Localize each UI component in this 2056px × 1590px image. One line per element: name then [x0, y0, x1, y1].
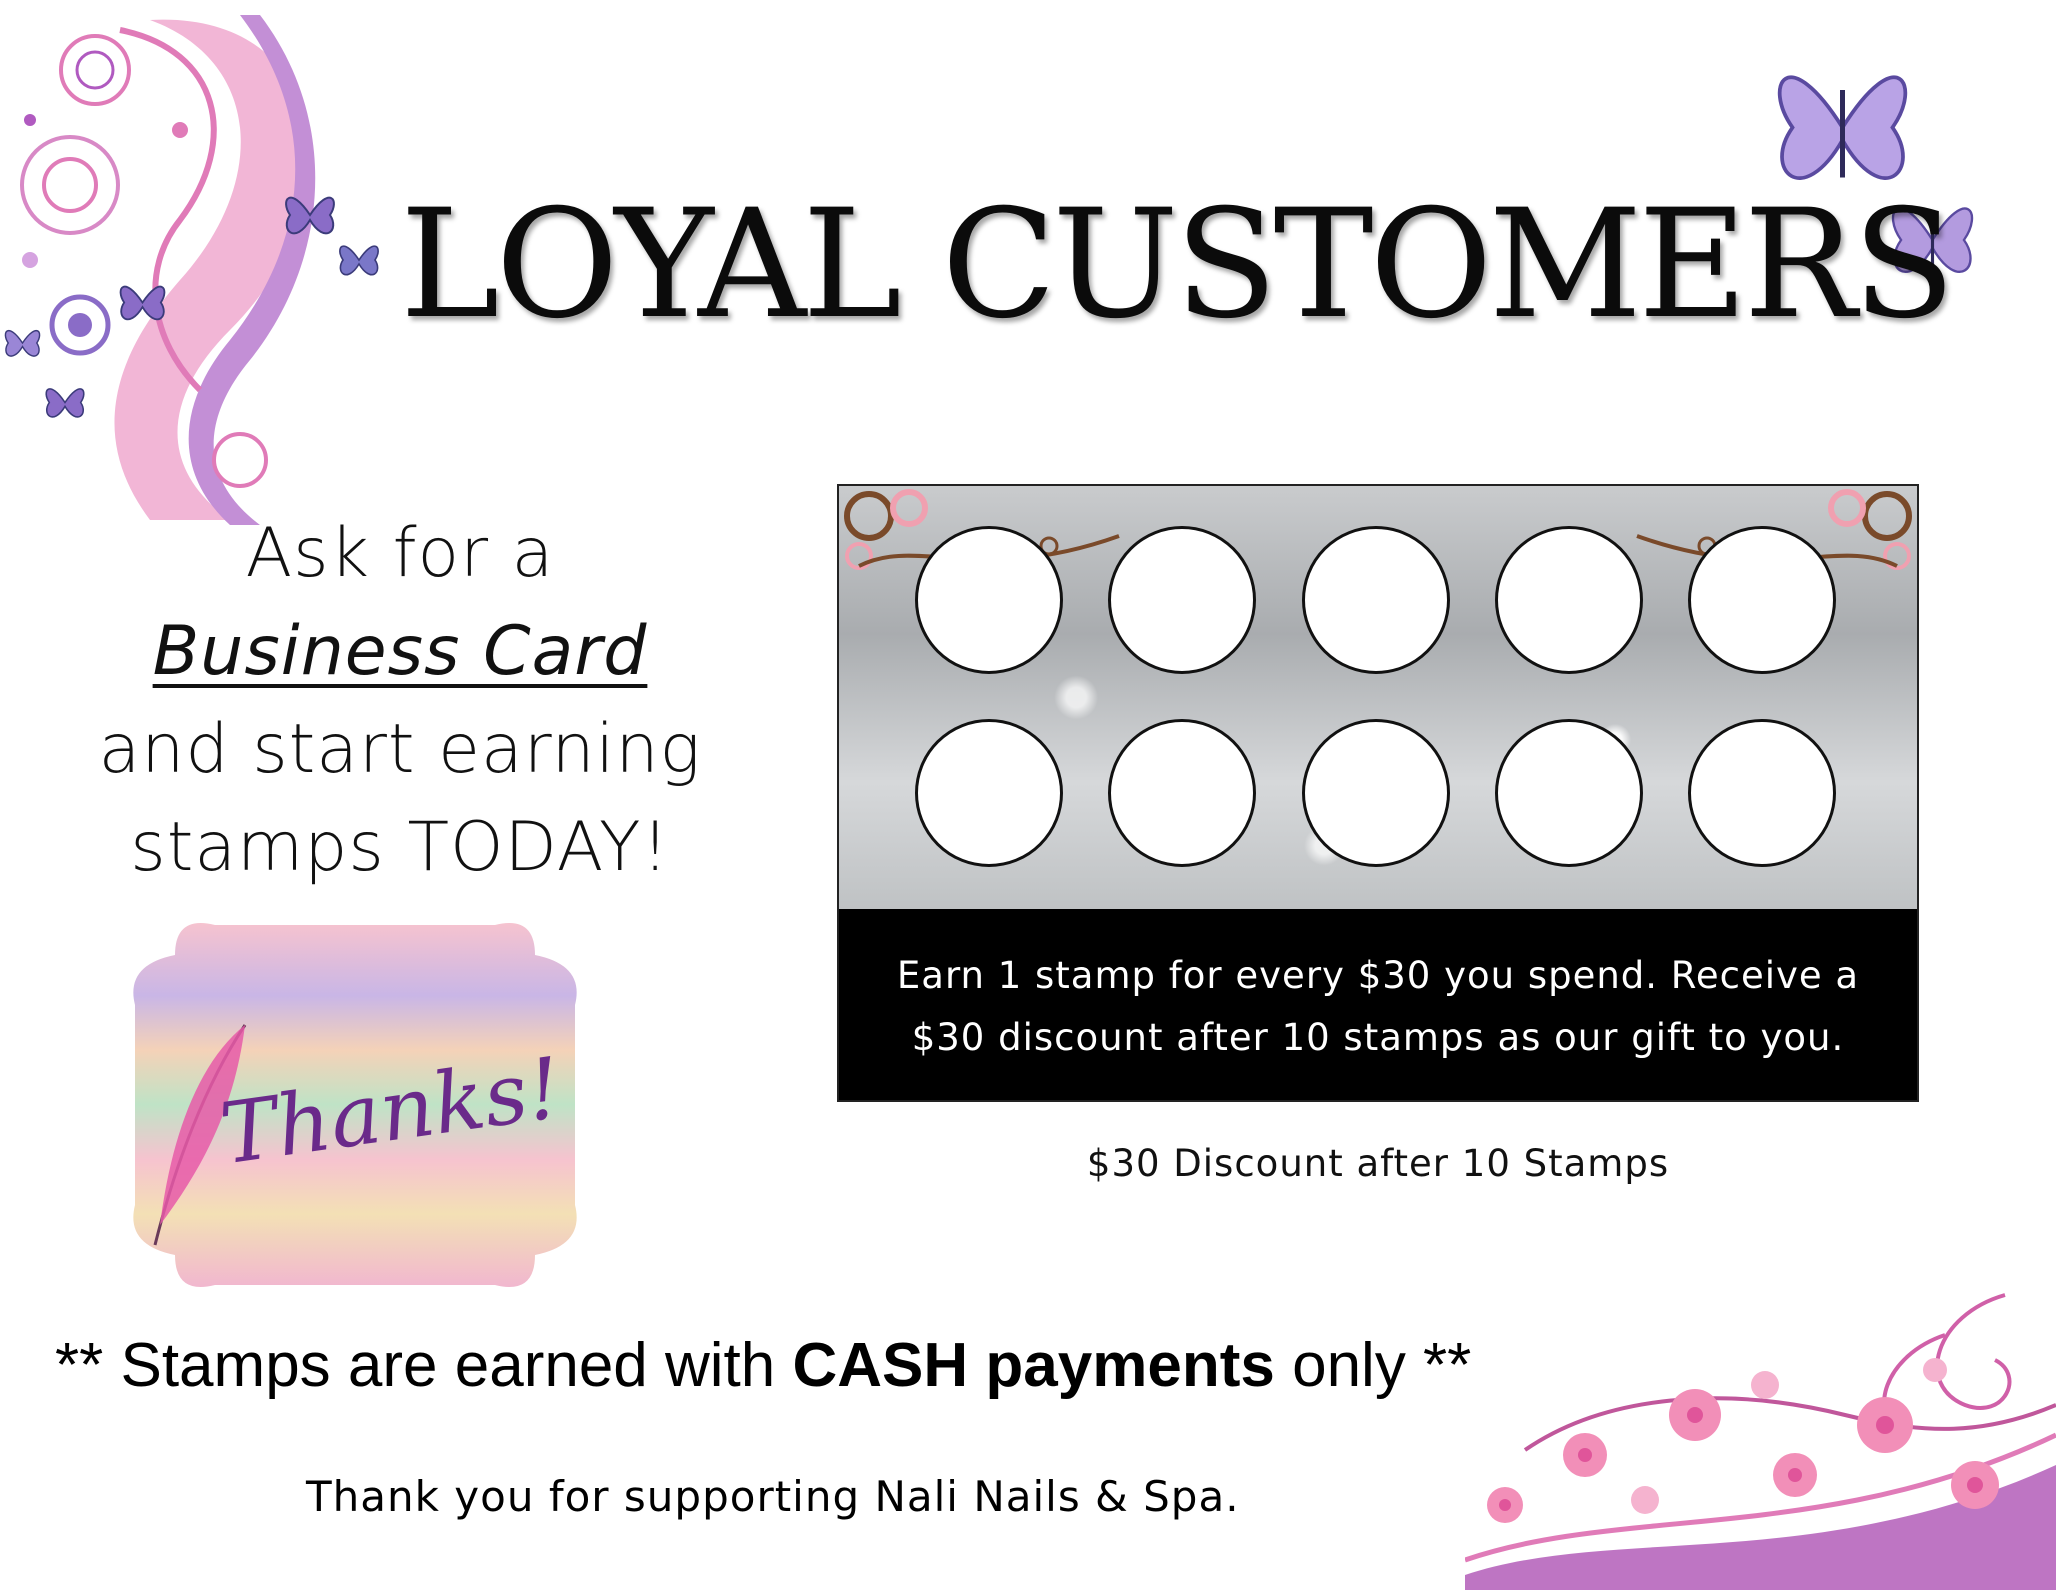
stamp-slot	[1108, 526, 1256, 674]
stamp-slot	[1495, 526, 1643, 674]
ask-line-3: and start earning	[98, 710, 702, 789]
thanks-badge: Thanks!	[133, 923, 577, 1287]
page-title: LOYAL CUSTOMERS	[400, 178, 1955, 352]
stamp-slot	[1495, 719, 1643, 867]
card-band-line-2: $30 discount after 10 stamps as our gift…	[911, 1015, 1845, 1059]
stamp-card: Earn 1 stamp for every $30 you spend. Re…	[837, 484, 1919, 1102]
butterfly-icon	[285, 196, 335, 235]
cash-payment-notice: ** Stamps are earned with CASH payments …	[55, 1330, 1505, 1401]
ask-for-card-text: Ask for a Business Card and start earnin…	[60, 505, 740, 897]
ask-line-business-card: Business Card	[152, 612, 648, 691]
card-info-band: Earn 1 stamp for every $30 you spend. Re…	[839, 909, 1917, 1100]
stamp-slot	[915, 526, 1063, 674]
stamp-slot	[915, 719, 1063, 867]
floral-decoration-bottom-right	[1465, 1293, 2056, 1590]
cash-bold: CASH payments	[792, 1331, 1275, 1400]
thank-you-footer: Thank you for supporting Nali Nails & Sp…	[306, 1472, 1240, 1521]
cash-prefix: ** Stamps are earned with	[55, 1331, 793, 1400]
butterfly-icon	[339, 245, 379, 276]
stamp-slot	[1688, 526, 1836, 674]
stamp-slot	[1302, 526, 1450, 674]
cash-suffix: only **	[1274, 1331, 1472, 1400]
card-caption: $30 Discount after 10 Stamps	[1086, 1142, 1670, 1185]
stamp-slot	[1688, 719, 1836, 867]
butterfly-icon	[119, 285, 166, 321]
butterfly-icon	[45, 388, 85, 418]
card-band-line-1: Earn 1 stamp for every $30 you spend. Re…	[896, 953, 1860, 997]
stamp-slot	[1302, 719, 1450, 867]
ask-line-4: stamps TODAY!	[130, 808, 670, 887]
stamp-slot	[1108, 719, 1256, 867]
swirl-decoration-top-left	[20, 15, 316, 525]
ask-line-1: Ask for a	[245, 514, 555, 593]
butterfly-icon	[4, 330, 41, 357]
